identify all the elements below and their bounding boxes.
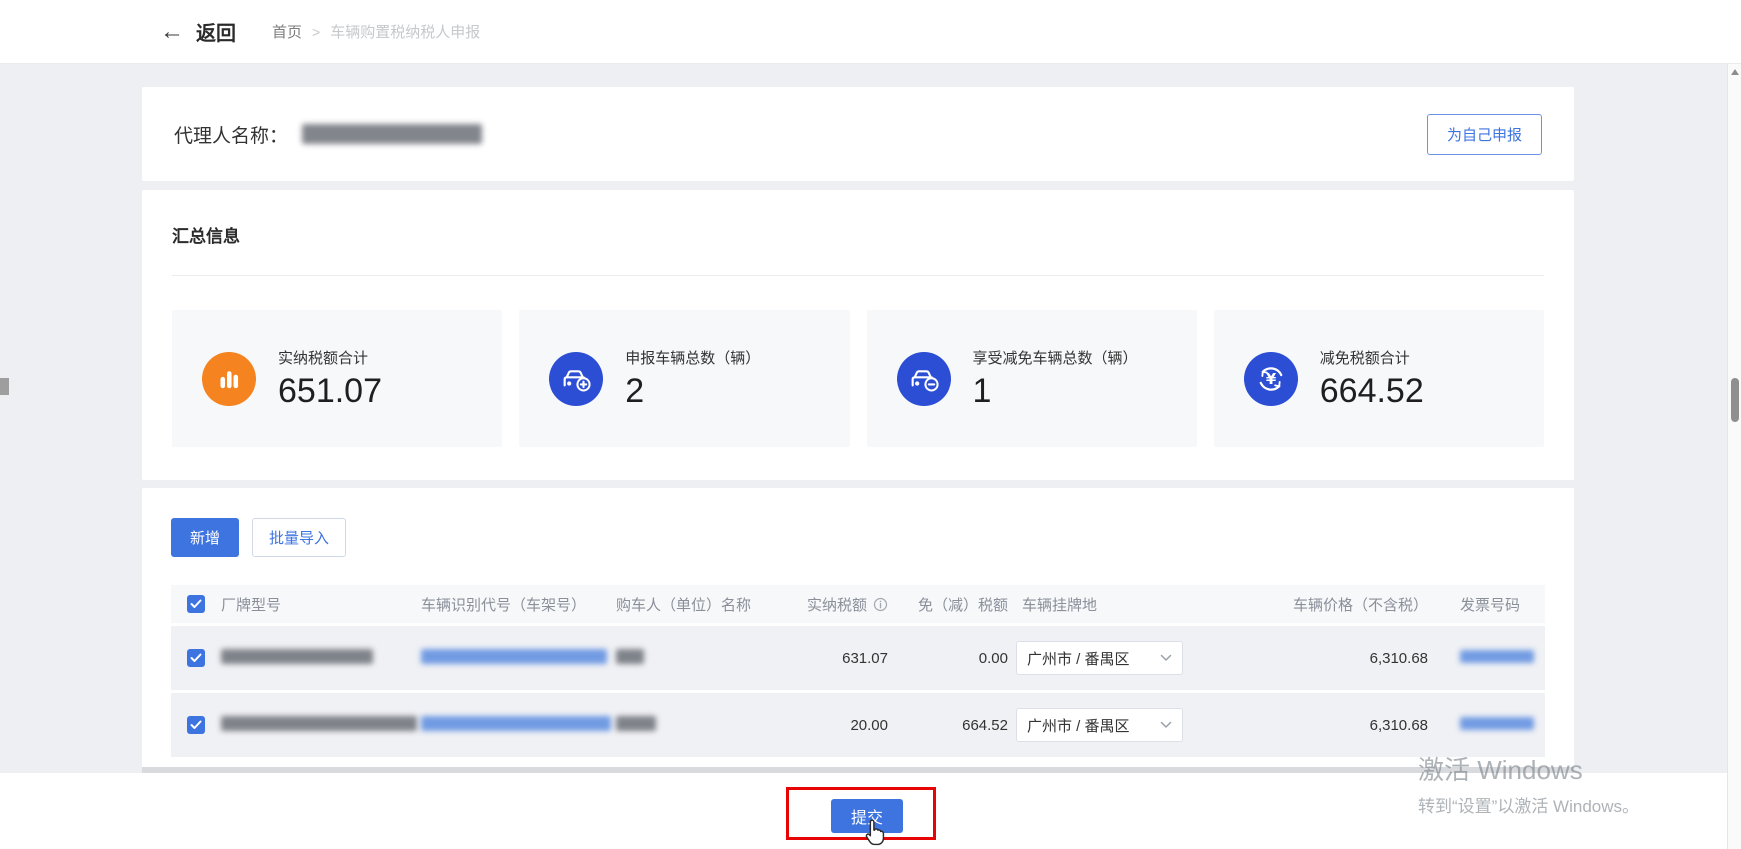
table-row: 20.00 664.52 广州市 / 番禺区 6,310.68 — [171, 693, 1545, 757]
topbar: ← 返回 首页 > 车辆购置税纳税人申报 — [0, 0, 1741, 64]
exempt-value: 664.52 — [962, 716, 1008, 734]
stat-label: 申报车辆总数（辆） — [625, 349, 761, 367]
page: ← 返回 首页 > 车辆购置税纳税人申报 代理人名称： 为自己申报 汇总信息 实… — [0, 0, 1741, 849]
col-header-location: 车辆挂牌地 — [1022, 596, 1098, 614]
row-checkbox[interactable] — [187, 649, 205, 667]
agent-name-label: 代理人名称： — [174, 125, 289, 147]
location-value: 广州市 / 番禺区 — [1027, 650, 1130, 668]
col-header-tax: 实纳税额 — [806, 596, 867, 614]
divider — [172, 275, 1544, 276]
invoice-link-redacted[interactable] — [1460, 649, 1534, 663]
row-checkbox[interactable] — [187, 716, 205, 734]
table-row: 631.07 0.00 广州市 / 番禺区 6,310.68 — [171, 626, 1545, 690]
col-header-buyer: 购车人（单位）名称 — [616, 596, 752, 614]
col-header-price: 车辆价格（不含税） — [1292, 596, 1428, 614]
info-icon[interactable] — [873, 597, 888, 612]
buyer-redacted — [616, 648, 644, 664]
yen-refresh-icon: ¥ — [1243, 351, 1298, 406]
stat-card-vehicle-count: 申报车辆总数（辆） 2 — [519, 310, 850, 447]
location-select[interactable]: 广州市 / 番禺区 — [1016, 641, 1183, 675]
col-header-invoice: 发票号码 — [1460, 596, 1521, 614]
model-redacted — [221, 715, 417, 731]
back-arrow-icon[interactable]: ← — [160, 19, 184, 44]
model-redacted — [221, 648, 373, 664]
chevron-down-icon — [1160, 654, 1172, 661]
watermark-line1: 激活 Windows — [1418, 755, 1583, 785]
stat-row: 实纳税额合计 651.07 申报车辆总数（辆） 2 享受减免车辆总数（辆） 1 … — [172, 310, 1544, 447]
scrollbar-up-arrow-icon[interactable] — [1731, 69, 1739, 75]
stat-value: 664.52 — [1319, 371, 1424, 410]
stat-value: 2 — [625, 371, 645, 410]
windows-activation-watermark: 激活 Windows 转到“设置”以激活 Windows。 — [1418, 750, 1639, 817]
red-annotation-box: 提交 — [786, 787, 936, 840]
location-select[interactable]: 广州市 / 番禺区 — [1016, 708, 1183, 742]
stat-card-total-tax: 实纳税额合计 651.07 — [172, 310, 503, 447]
self-declare-button[interactable]: 为自己申报 — [1426, 113, 1542, 155]
select-all-checkbox[interactable] — [187, 595, 205, 613]
stat-value: 651.07 — [278, 371, 382, 410]
stat-card-exempt-tax: ¥ 减免税额合计 664.52 — [1213, 310, 1544, 447]
stat-label: 减免税额合计 — [1319, 349, 1410, 367]
invoice-link-redacted[interactable] — [1460, 716, 1534, 730]
vehicle-table-card: 新增 批量导入 厂牌型号 车辆识别代号（车架号） 购车人（单位）名称 实纳税额 … — [142, 488, 1574, 770]
stat-value: 1 — [972, 371, 992, 410]
summary-card: 汇总信息 实纳税额合计 651.07 申报车辆总数（辆） 2 享受减免车辆总数（… — [142, 190, 1574, 480]
exempt-value: 0.00 — [978, 649, 1008, 667]
col-header-vin: 车辆识别代号（车架号） — [421, 596, 587, 614]
car-minus-icon — [896, 351, 951, 406]
bar-chart-icon — [202, 351, 256, 406]
hand-cursor-icon — [865, 819, 885, 846]
col-header-model: 厂牌型号 — [221, 596, 282, 614]
breadcrumb-separator: > — [312, 23, 321, 40]
summary-title: 汇总信息 — [172, 227, 240, 246]
price-value: 6,310.68 — [1369, 649, 1428, 667]
watermark-line2: 转到“设置”以激活 Windows。 — [1418, 797, 1640, 816]
breadcrumb-current: 车辆购置税纳税人申报 — [330, 24, 481, 41]
tax-value: 20.00 — [850, 716, 888, 734]
buyer-redacted — [616, 715, 656, 731]
breadcrumb-home[interactable]: 首页 — [272, 21, 302, 42]
chevron-down-icon — [1160, 721, 1172, 728]
scrollbar-thumb[interactable] — [1731, 378, 1739, 422]
agent-name-redacted — [302, 124, 483, 144]
tax-value: 631.07 — [842, 649, 888, 667]
price-value: 6,310.68 — [1369, 716, 1428, 734]
add-button[interactable]: 新增 — [171, 518, 240, 557]
car-plus-icon — [549, 351, 604, 406]
location-value: 广州市 / 番禺区 — [1027, 717, 1130, 735]
back-button[interactable]: 返回 — [196, 17, 236, 46]
batch-import-button[interactable]: 批量导入 — [252, 518, 347, 557]
vin-link-redacted[interactable] — [421, 715, 611, 731]
vertical-scrollbar[interactable] — [1727, 64, 1741, 849]
agent-info-card: 代理人名称： 为自己申报 — [142, 87, 1574, 181]
stat-label: 享受减免车辆总数（辆） — [972, 349, 1138, 367]
svg-text:¥: ¥ — [1266, 370, 1277, 388]
col-header-exempt: 免（减）税额 — [917, 596, 1008, 614]
left-edge-handle — [0, 378, 9, 395]
stat-label: 实纳税额合计 — [278, 349, 369, 367]
table-header-row: 厂牌型号 车辆识别代号（车架号） 购车人（单位）名称 实纳税额 免（减）税额 车… — [171, 585, 1545, 623]
stat-card-exempt-count: 享受减免车辆总数（辆） 1 — [866, 310, 1197, 447]
vin-link-redacted[interactable] — [421, 648, 607, 664]
